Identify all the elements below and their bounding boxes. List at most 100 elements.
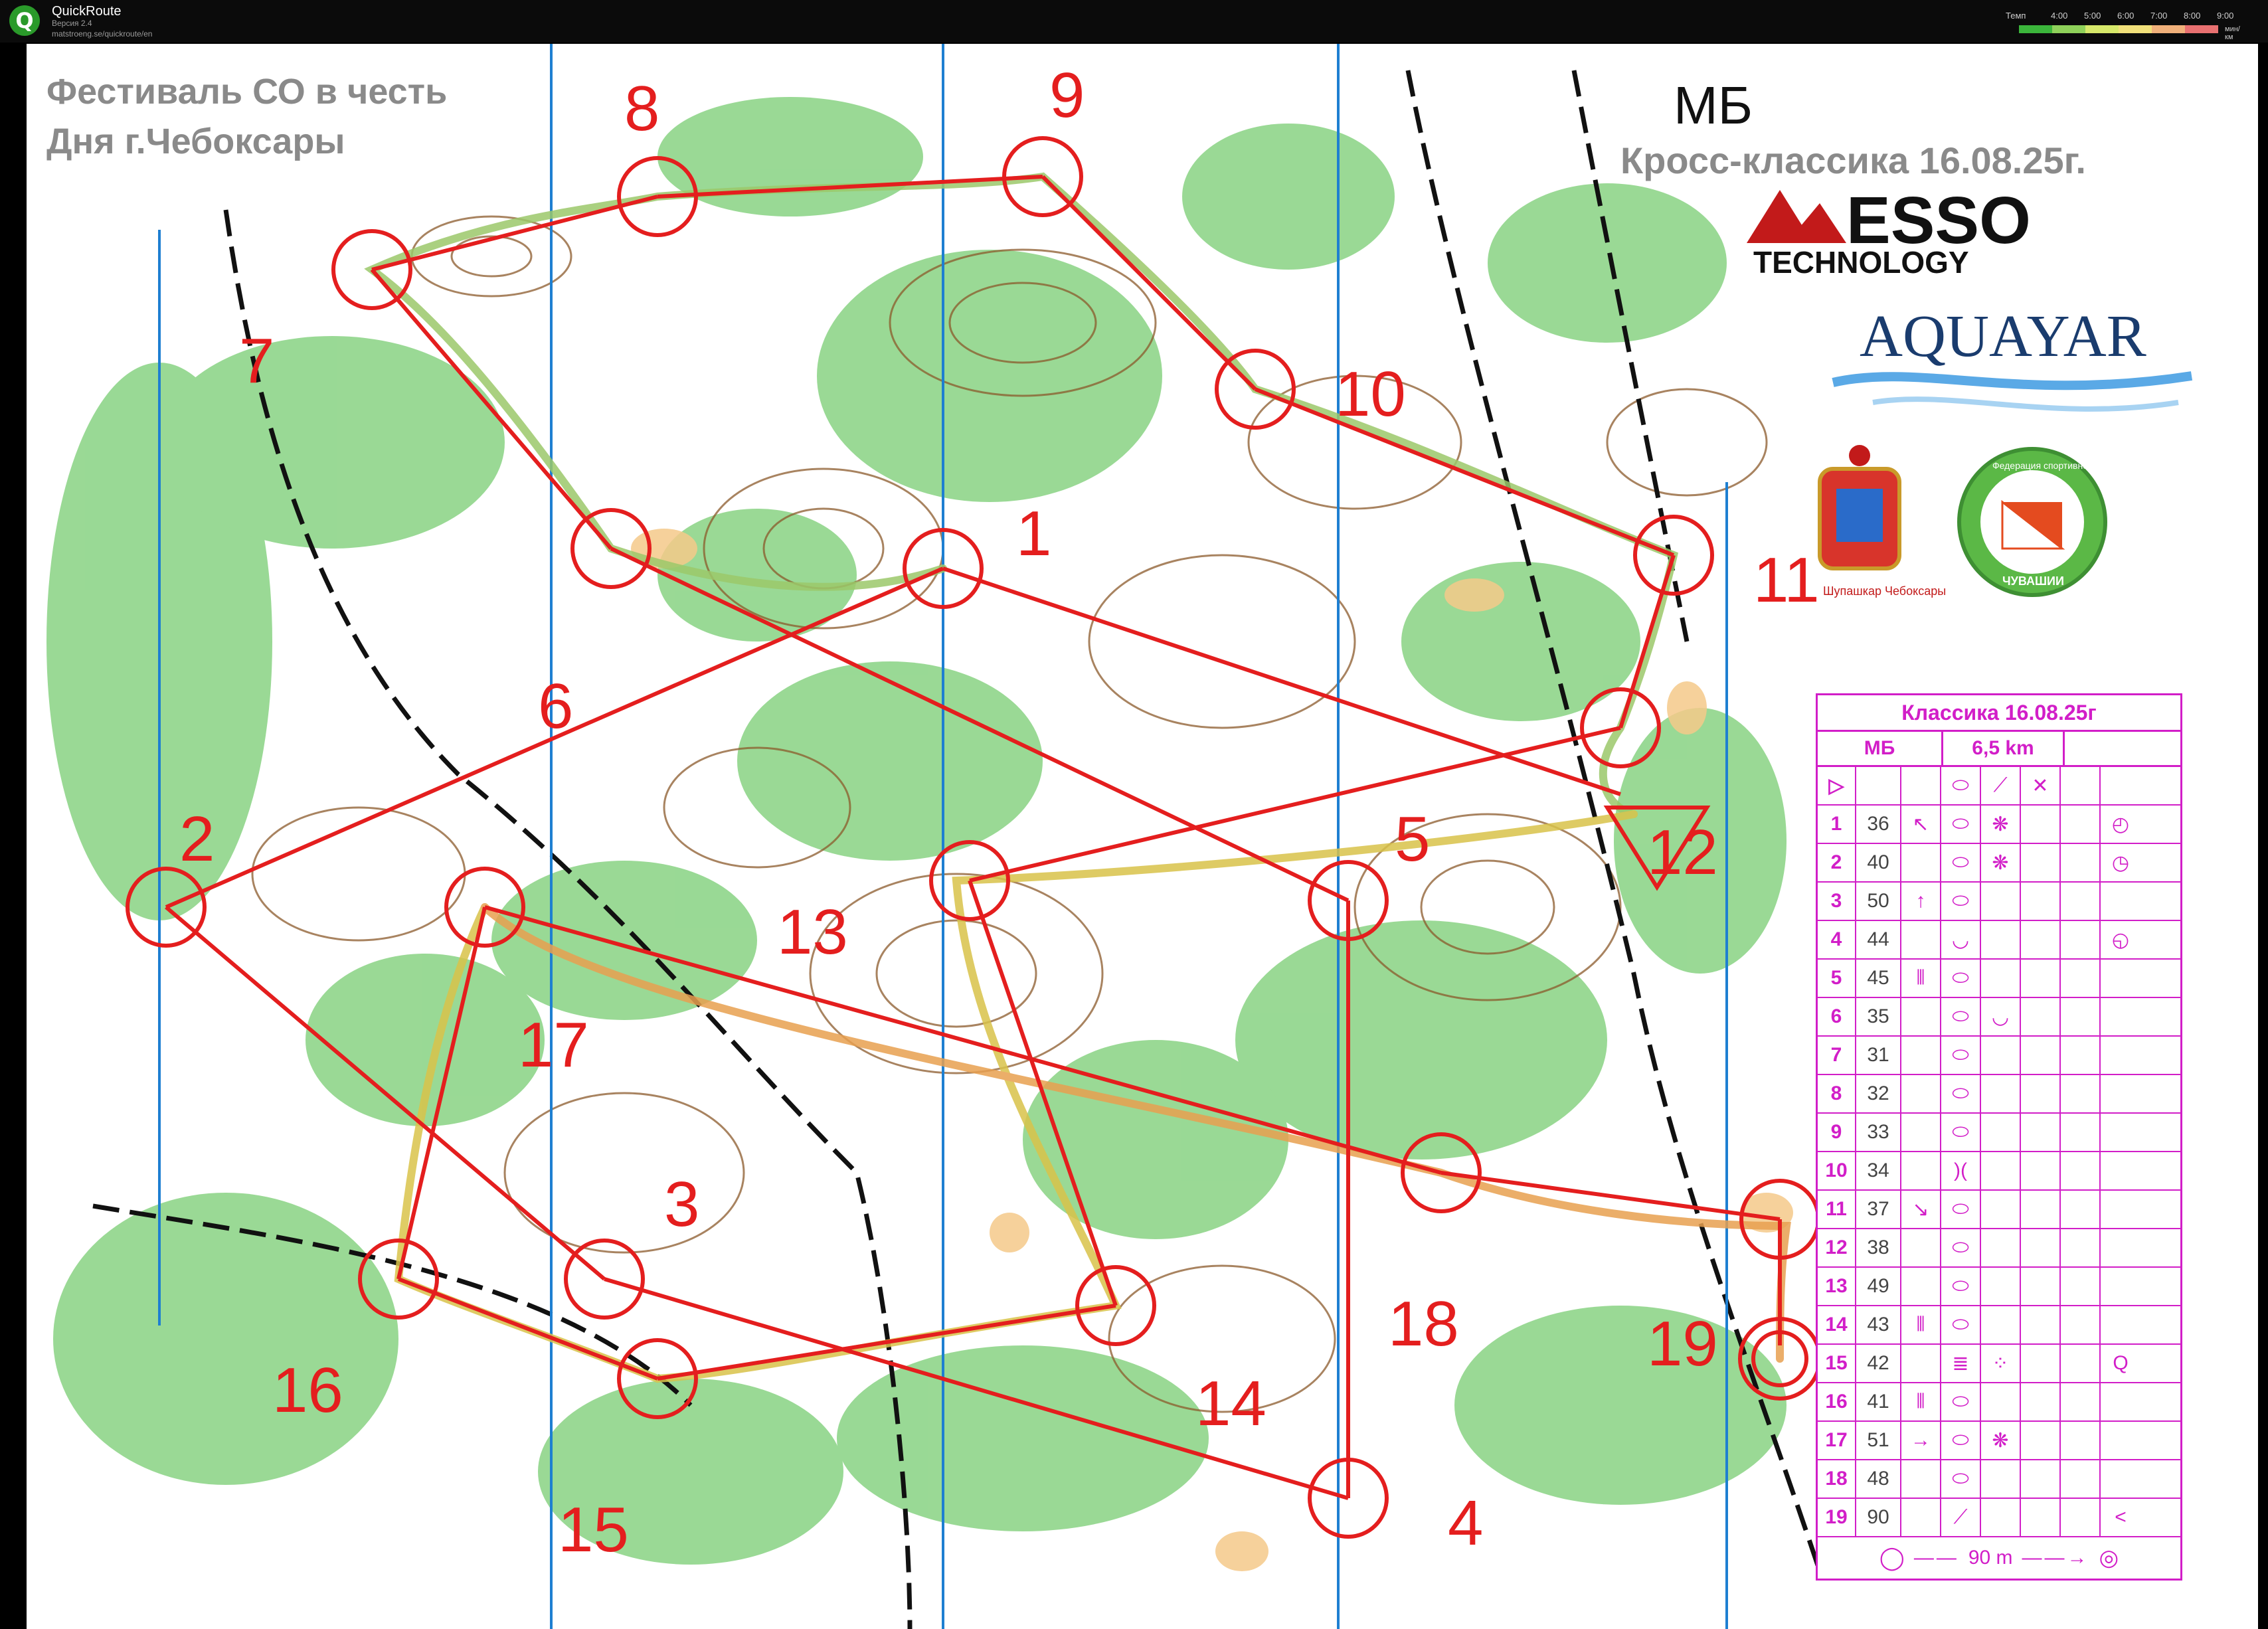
start-triangle-icon: ▷ [1818,767,1856,804]
pace-unit: мин/км [2225,25,2240,41]
control-number-cell: 1 [1818,806,1856,843]
control-code-cell: 33 [1856,1114,1901,1151]
detail-cell [1981,1460,2021,1498]
dimension-cell [2061,1075,2101,1112]
detail-cell [1981,1306,2021,1343]
control-number-cell: 19 [1818,1499,1856,1536]
control-number-cell: 8 [1818,1075,1856,1112]
location-cell: ◴ [2111,813,2130,835]
control-code-cell: 40 [1856,844,1901,881]
direction-cell: ↖ [1901,806,1941,843]
control-code-cell: 42 [1856,1345,1901,1382]
description-row: 8 32 ⬭ [1818,1075,2180,1114]
event-title-line2: Дня г.Чебоксары [46,122,345,161]
control-number-cell: 3 [1818,883,1856,920]
crest-caption: Шупашкар Чебоксары [1823,584,1946,598]
description-row: 2 40 ⬭ ❋ ◷ [1818,844,2180,883]
location-cell: ◵ [2111,928,2130,951]
control-code-cell: 43 [1856,1306,1901,1343]
esso-logo: ESSO TECHNOLOGY [1747,183,2031,280]
direction-cell: ⦀ [1901,1383,1941,1420]
direction-cell [1901,1268,1941,1305]
dimension-cell [2061,1229,2101,1266]
control-number: 16 [272,1355,343,1426]
feature-cell: ⬭ [1941,1075,1981,1112]
control-number: 14 [1195,1368,1266,1439]
control-number: 1 [1016,498,1051,569]
dimension-cell [2061,1306,2101,1343]
dimension-cell [2061,883,2101,920]
control-code-cell: 90 [1856,1499,1901,1536]
dimension-cell [2061,921,2101,958]
orienteering-map[interactable]: 1 2 3 4 5 6 7 8 9 10 11 12 13 14 15 16 1… [27,44,2258,1629]
description-row: 14 43 ⦀ ⬭ [1818,1306,2180,1345]
finish-row: ◯ —— 90 m ——→ ◎ [1879,1545,2119,1571]
control-number: 15 [558,1494,629,1565]
appearance-cell [2021,1306,2061,1343]
control-code-cell: 44 [1856,921,1901,958]
detail-cell [1981,1114,2021,1151]
direction-cell [1901,1345,1941,1382]
description-row: 16 41 ⦀ ⬭ [1818,1383,2180,1422]
appearance-cell [2021,998,2061,1035]
location-cell [2101,1460,2140,1498]
description-row: 15 42 ≣ ⁘ Q [1818,1345,2180,1383]
location-cell [2101,1037,2140,1074]
dimension-cell [2061,960,2101,997]
direction-cell [1901,921,1941,958]
appearance-cell [2021,806,2061,843]
appearance-cell [2021,1229,2061,1266]
control-code-cell: 45 [1856,960,1901,997]
appearance-cell [2021,883,2061,920]
dimension-cell [2061,844,2101,881]
control-number: 9 [1049,60,1085,131]
feature-cell: ⬭ [1941,1306,1981,1343]
location-cell [2101,1075,2140,1112]
location-cell [2101,1422,2140,1459]
location-cell [2101,1229,2140,1266]
control-number-cell: 18 [1818,1460,1856,1498]
federation-caption-bottom: ЧУВАШИИ [2002,574,2064,588]
pace-tick: 8:00 [2184,11,2201,21]
control-code-cell: 34 [1856,1152,1901,1189]
location-cell: < [2115,1506,2127,1528]
control-number: 3 [664,1169,699,1240]
feature-cell: ⬭ [1941,1268,1981,1305]
location-cell [2101,1306,2140,1343]
control-code-cell: 38 [1856,1229,1901,1266]
description-row: 11 37 ↘ ⬭ [1818,1191,2180,1229]
detail-cell [1981,960,2021,997]
dimension-cell [2061,1191,2101,1228]
control-number: 17 [518,1009,589,1080]
control-number: 10 [1335,359,1406,430]
pace-legend-label: Темп [2006,11,2026,21]
appearance-cell [2021,1075,2061,1112]
feature-cell: ⬭ [1941,960,1981,997]
dimension-cell [2061,1499,2101,1536]
control-code-cell: 49 [1856,1268,1901,1305]
control-code-cell: 35 [1856,998,1901,1035]
federation-emblem-icon: Федерация спортивного ориентирования ЧУВ… [1957,447,2170,597]
detail-cell [1981,1075,2021,1112]
city-crest-icon: Шупашкар Чебоксары [1818,445,1946,598]
dimension-cell [2061,998,2101,1035]
feature-cell: ⬭ [1941,998,1981,1035]
detail-cell [1981,1499,2021,1536]
detail-cell [1981,1037,2021,1074]
direction-cell [1901,1499,1941,1536]
appearance-cell [2021,1268,2061,1305]
dimension-cell [2061,1152,2101,1189]
feature-cell: ⬭ [1941,1114,1981,1151]
dimension-cell [2061,1422,2101,1459]
appearance-cell [2021,960,2061,997]
appearance-cell [2021,1345,2061,1382]
control-code-cell: 36 [1856,806,1901,843]
description-row: 17 51 → ⬭ ❋ [1818,1422,2180,1460]
pace-tick: 6:00 [2117,11,2135,21]
direction-cell [1901,1114,1941,1151]
event-title-line1: Фестиваль СО в честь [46,72,447,112]
detail-cell: ❋ [1981,1422,2021,1459]
description-row: 5 45 ⦀ ⬭ [1818,960,2180,998]
control-number-cell: 12 [1818,1229,1856,1266]
control-number: 2 [179,804,215,875]
